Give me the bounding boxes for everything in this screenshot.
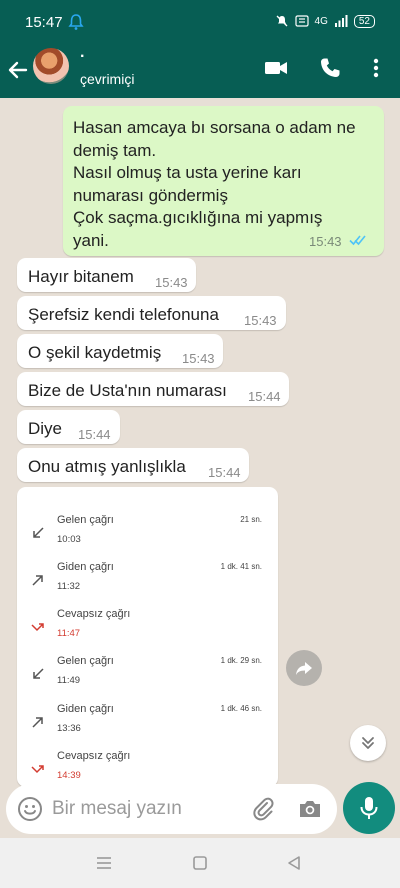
incoming-message[interactable]: O şekil kaydetmiş 15:43 bbox=[17, 334, 223, 368]
message-text: Bize de Usta'nın numarası bbox=[28, 381, 227, 400]
message-time: 15:43 bbox=[155, 275, 188, 290]
system-navigation-bar bbox=[0, 838, 400, 888]
message-time: 15:43 bbox=[182, 351, 215, 366]
missed-call-icon bbox=[31, 765, 44, 774]
volte-icon bbox=[294, 15, 309, 27]
back-icon[interactable] bbox=[286, 855, 302, 871]
call-log-row: Gelen çağrı 10:03 21 sn. bbox=[17, 512, 278, 558]
message-text: O şekil kaydetmiş bbox=[28, 343, 162, 362]
call-log-row: Cevapsız çağrı 11:47 bbox=[17, 606, 278, 652]
call-time: 11:49 bbox=[57, 675, 81, 686]
incoming-message[interactable]: Bize de Usta'nın numarası 15:44 bbox=[17, 372, 289, 406]
call-type: Cevapsız çağrı bbox=[57, 750, 131, 762]
status-bar: 15:47 4G 52 bbox=[0, 0, 400, 46]
call-type: Giden çağrı bbox=[57, 703, 114, 715]
call-duration: 1 dk. 29 sn. bbox=[220, 656, 262, 665]
call-type: Cevapsız çağrı bbox=[57, 608, 131, 620]
message-text: Onu atmış yanlışlıkla bbox=[28, 457, 186, 476]
back-arrow-icon[interactable] bbox=[6, 58, 30, 82]
call-time: 10:03 bbox=[57, 534, 81, 545]
chat-area[interactable]: Hasan amcaya bı sorsana o adam ne demiş … bbox=[0, 98, 400, 838]
status-time: 15:47 bbox=[25, 14, 63, 31]
call-time: 13:36 bbox=[57, 723, 81, 734]
incoming-call-icon bbox=[33, 527, 44, 538]
microphone-icon bbox=[360, 797, 378, 819]
message-time: 15:43 bbox=[244, 313, 277, 328]
menu-icon[interactable] bbox=[96, 855, 112, 871]
message-text: Hasan amcaya bı sorsana o adam ne demiş … bbox=[73, 118, 356, 250]
mute-icon bbox=[276, 15, 287, 27]
emoji-icon[interactable] bbox=[17, 796, 43, 822]
call-log-row: Cevapsız çağrı 14:39 bbox=[17, 748, 278, 787]
incoming-message[interactable]: Hayır bitanem 15:43 bbox=[17, 258, 196, 292]
avatar[interactable] bbox=[33, 48, 69, 84]
message-time: 15:44 bbox=[208, 465, 241, 480]
message-input[interactable] bbox=[52, 793, 242, 825]
notification-icon bbox=[68, 14, 84, 30]
call-duration: 1 dk. 41 sn. bbox=[220, 562, 262, 571]
contact-name[interactable]: · bbox=[80, 48, 85, 66]
message-text: Şerefsiz kendi telefonuna bbox=[28, 305, 219, 324]
outgoing-call-icon bbox=[32, 575, 43, 586]
double-chevron-down-icon bbox=[362, 737, 374, 749]
network-type: 4G bbox=[314, 15, 328, 27]
message-time: 15:43 bbox=[309, 234, 342, 249]
call-duration: 21 sn. bbox=[240, 515, 262, 524]
message-text: Hayır bitanem bbox=[28, 267, 134, 286]
voice-message-button[interactable] bbox=[343, 782, 395, 834]
outgoing-call-icon bbox=[32, 717, 43, 728]
message-text: Diye bbox=[28, 419, 63, 438]
call-time: 14:39 bbox=[57, 770, 81, 781]
missed-call-icon bbox=[31, 623, 44, 632]
message-time: 15:44 bbox=[248, 389, 281, 404]
incoming-message[interactable]: Onu atmış yanlışlıkla 15:44 bbox=[17, 448, 249, 482]
image-message-call-log[interactable]: Gelen çağrı 10:03 21 sn. Giden çağrı 11:… bbox=[17, 487, 278, 787]
more-vert-icon[interactable] bbox=[364, 56, 388, 80]
incoming-message[interactable]: Şerefsiz kendi telefonuna 15:43 bbox=[17, 296, 286, 330]
call-type: Giden çağrı bbox=[57, 561, 114, 573]
message-time: 15:44 bbox=[78, 427, 111, 442]
outgoing-message[interactable]: Hasan amcaya bı sorsana o adam ne demiş … bbox=[63, 106, 384, 256]
call-time: 11:47 bbox=[57, 628, 81, 639]
read-ticks-icon bbox=[349, 235, 366, 246]
home-icon[interactable] bbox=[192, 855, 208, 871]
status-icons: 4G 52 bbox=[275, 14, 375, 28]
call-log-row: Giden çağrı 11:32 1 dk. 41 sn. bbox=[17, 559, 278, 605]
call-duration: 1 dk. 46 sn. bbox=[220, 704, 262, 713]
call-time: 11:32 bbox=[57, 581, 81, 592]
forward-icon bbox=[296, 662, 312, 675]
attach-icon[interactable] bbox=[250, 795, 276, 821]
scroll-to-bottom-button[interactable] bbox=[350, 725, 386, 761]
call-log-row: Gelen çağrı 11:49 1 dk. 29 sn. bbox=[17, 653, 278, 699]
contact-status[interactable]: çevrimiçi bbox=[80, 71, 134, 87]
incoming-call-icon bbox=[33, 668, 44, 679]
phone-icon[interactable] bbox=[318, 56, 342, 80]
video-call-icon[interactable] bbox=[264, 56, 288, 80]
call-type: Gelen çağrı bbox=[57, 514, 114, 526]
chat-header: · çevrimiçi bbox=[0, 46, 400, 98]
incoming-message[interactable]: Diye 15:44 bbox=[17, 410, 120, 444]
forward-button[interactable] bbox=[286, 650, 322, 686]
call-type: Gelen çağrı bbox=[57, 655, 114, 667]
battery-icon: 52 bbox=[353, 14, 375, 28]
camera-icon[interactable] bbox=[297, 796, 323, 822]
signal-icon bbox=[334, 15, 348, 27]
call-log-row: Giden çağrı 13:36 1 dk. 46 sn. bbox=[17, 701, 278, 747]
message-composer bbox=[6, 784, 337, 834]
